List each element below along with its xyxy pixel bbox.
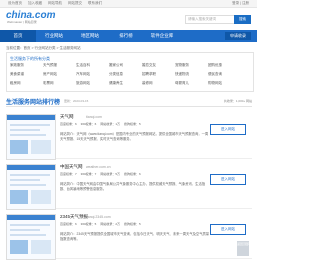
site-thumbnail[interactable] (6, 214, 56, 260)
category-link[interactable]: 租房网 (10, 81, 43, 86)
category-link[interactable]: 宠物服务 (175, 63, 208, 68)
top-links: 设为首页 加入收藏 网站导航 网站提交 联系我们 (8, 1, 102, 6)
nav-item-ranking[interactable]: 排行榜 (108, 30, 144, 42)
main-nav: 首页 行业网站 地区网站 排行榜 软件企业库 申请收录 (0, 30, 257, 42)
site-name[interactable]: 2345天气预报 (60, 214, 88, 220)
category-grid: 家政服务 天气预报 生活百科 搬家公司 婚恋交友 宠物服务 团购优惠 美食菜谱 … (10, 63, 241, 86)
site-tag: 搜狗权重：5 (124, 122, 141, 126)
site-domain: tianqi.2345.com (86, 215, 111, 219)
site-name[interactable]: 天气网 (60, 114, 74, 120)
site-tag: 360权重：7 (80, 172, 97, 176)
category-link[interactable]: 购物网站 (208, 81, 241, 86)
category-link[interactable]: 健康养生 (109, 81, 142, 86)
category-link[interactable]: 母婴育儿 (175, 81, 208, 86)
visit-site-button[interactable]: 进入网站 (210, 174, 246, 185)
site-tag: 网站收录：2万 (100, 222, 121, 226)
site-tag: 网站收录：1万 (100, 122, 121, 126)
site-tags: 百度权重：6 360权重：6 网站收录：1万 搜狗权重：5 (60, 122, 141, 126)
site-list-item: 中国天气网 weather.com.cn 百度权重：7 360权重：7 网站收录… (6, 160, 252, 210)
site-tag: 百度权重：7 (60, 172, 77, 176)
category-link[interactable]: 婚恋交友 (142, 63, 175, 68)
nav-item-home[interactable]: 首页 (0, 30, 36, 42)
site-tag: 搜狗权重：5 (124, 222, 141, 226)
site-logo[interactable]: china.com Webmaster | 网站目录 (6, 10, 55, 24)
top-bar: 设为首页 加入收藏 网站导航 网站提交 联系我们 登录 | 注册 (0, 0, 257, 8)
ranking-title: 生活服务网站排行榜 (6, 100, 61, 106)
site-tags: 百度权重：7 360权重：7 网站收录：5万 搜狗权重：6 (60, 172, 141, 176)
site-tag: 网站收录：5万 (100, 172, 121, 176)
ranking-header: 生活服务网站排行榜 更新：2023-03-15 共收录：1,000+ 网站 (6, 96, 252, 107)
site-domain: tianqi.com (86, 115, 102, 119)
category-title: 生活服务下的所有分类 (10, 56, 50, 61)
site-intro: 网站简介：2345天气预报提供全国城市天气查询，包括今日天气、明天天气、未来一周… (60, 232, 210, 241)
site-tag: 360权重：6 (80, 122, 97, 126)
nav-item-industry[interactable]: 行业网站 (36, 30, 72, 42)
back-to-top-button[interactable]: 返回顶部 (237, 241, 249, 256)
site-list-item: 天气网 tianqi.com 百度权重：6 360权重：6 网站收录：1万 搜狗… (6, 110, 252, 160)
site-domain: weather.com.cn (86, 165, 111, 169)
site-list-item: 2345天气预报 tianqi.2345.com 百度权重：6 360权重：5 … (6, 210, 252, 260)
top-link[interactable]: 网站提交 (68, 1, 82, 6)
search-placeholder: 请输入搜索关键词 (188, 17, 216, 21)
nav-item-software[interactable]: 软件企业库 (144, 30, 180, 42)
login-link[interactable]: 登录 | 注册 (232, 1, 249, 6)
category-link[interactable]: 分类信息 (109, 72, 142, 77)
apply-button[interactable]: 申请收录 (225, 32, 251, 40)
breadcrumb: 当前位置：首页 > 行业网站分类 > 生活服务网站 (6, 46, 81, 50)
site-intro: 网站简介：天气网（www.tianqi.com）是国内专业的天气预报网站，提供全… (60, 132, 209, 141)
site-tags: 百度权重：6 360权重：5 网站收录：2万 搜狗权重：5 (60, 222, 141, 226)
search-input[interactable]: 请输入搜索关键词 (185, 15, 235, 24)
search-button[interactable]: 搜索 (234, 15, 251, 24)
category-link[interactable]: 招聘求职 (142, 72, 175, 77)
ranking-count: 共收录：1,000+ 网站 (223, 99, 252, 103)
site-thumbnail[interactable] (6, 164, 56, 210)
visit-site-button[interactable]: 进入网站 (210, 124, 246, 135)
top-link[interactable]: 联系我们 (88, 1, 102, 6)
site-tag: 搜狗权重：6 (124, 172, 141, 176)
category-link[interactable]: 旅游网站 (76, 81, 109, 86)
site-tag: 百度权重：6 (60, 122, 77, 126)
nav-item-region[interactable]: 地区网站 (72, 30, 108, 42)
category-link[interactable]: 搬家公司 (109, 63, 142, 68)
top-link[interactable]: 设为首页 (8, 1, 22, 6)
category-link[interactable]: 汽车网站 (76, 72, 109, 77)
top-link[interactable]: 加入收藏 (28, 1, 42, 6)
category-link[interactable]: 便民查询 (208, 72, 241, 77)
category-link[interactable]: 美食菜谱 (10, 72, 43, 77)
site-thumbnail[interactable] (6, 114, 56, 160)
category-link[interactable]: 团购优惠 (208, 63, 241, 68)
category-link[interactable]: 装修网 (142, 81, 175, 86)
category-link[interactable]: 快递物流 (175, 72, 208, 77)
category-box: 生活服务下的所有分类 家政服务 天气预报 生活百科 搬家公司 婚恋交友 宠物服务… (6, 52, 254, 92)
ranking-updated: 更新：2023-03-15 (64, 99, 89, 103)
category-link[interactable]: 生活百科 (76, 63, 109, 68)
logo-subtitle: Webmaster | 网站目录 (7, 20, 37, 24)
site-intro: 网站简介：中国天气网由中国气象局公共气象服务中心主办，提供权威天气预报、气象资讯… (60, 182, 206, 191)
top-link[interactable]: 网站导航 (48, 1, 62, 6)
site-tag: 百度权重：6 (60, 222, 77, 226)
category-link[interactable]: 天气预报 (43, 63, 76, 68)
site-name[interactable]: 中国天气网 (60, 164, 83, 170)
site-tag: 360权重：5 (80, 222, 97, 226)
category-link[interactable]: 彩票网 (43, 81, 76, 86)
visit-site-button[interactable]: 进入网站 (210, 224, 246, 235)
category-link[interactable]: 房产网站 (43, 72, 76, 77)
category-link[interactable]: 家政服务 (10, 63, 43, 68)
